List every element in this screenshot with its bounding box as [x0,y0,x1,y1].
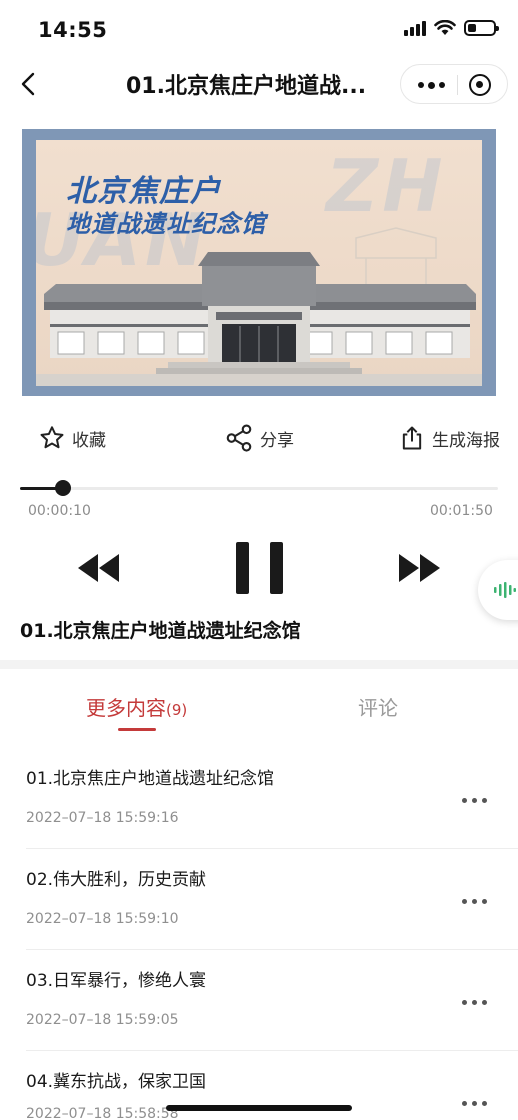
star-icon [40,426,64,449]
mini-program-capsule [400,64,508,104]
tab-comments-label: 评论 [358,696,398,720]
item-title: 04.冀东抗战，保家卫国 [26,1072,207,1092]
progress-slider[interactable] [20,480,498,496]
share-button[interactable]: 分享 [224,420,294,456]
back-button[interactable] [14,68,46,100]
rewind-icon [78,554,119,582]
share-label: 分享 [260,430,294,451]
fast-forward-icon [399,554,440,582]
total-time: 00:01:50 [430,503,493,519]
signal-icon [404,20,426,36]
tab-more-content[interactable]: 更多内容(9) [86,692,187,721]
close-mini-program-button[interactable] [469,74,491,96]
home-indicator [166,1105,352,1111]
battery-icon [464,20,499,36]
item-title: 03.日军暴行，惨绝人寰 [26,971,207,991]
nav-bar: 01.北京焦庄户地道战... [0,56,518,112]
rewind-button[interactable] [76,548,122,592]
chevron-left-icon [21,72,35,96]
generate-poster-label: 生成海报 [432,430,500,451]
progress-handle[interactable] [55,480,72,496]
list-item[interactable]: 01.北京焦庄户地道战遗址纪念馆 2022–07–18 15:59:16 [0,748,518,849]
more-options-button[interactable] [411,70,451,100]
cover-artwork: ZH UAN 北京焦庄户 地道战遗址纪念馆 [36,140,482,386]
tab-more-content-count: (9) [166,701,188,719]
generate-poster-button[interactable]: 生成海报 [398,420,500,456]
page-title: 01.北京焦庄户地道战... [126,74,367,99]
tab-comments[interactable]: 评论 [358,692,398,721]
museum-building-illustration [36,227,482,386]
status-time: 14:55 [38,18,108,42]
active-tab-indicator [118,728,156,731]
battery-level [468,24,477,32]
upload-share-icon [402,426,422,450]
item-date: 2022–07–18 15:59:10 [26,911,179,927]
cover-image: ZH UAN 北京焦庄户 地道战遗址纪念馆 [22,129,496,396]
item-more-button[interactable] [462,1000,487,1005]
favorite-button[interactable]: 收藏 [38,420,106,456]
item-more-button[interactable] [462,1101,487,1106]
capsule-divider [457,75,458,95]
share-icon [226,424,252,452]
item-date: 2022–07–18 15:59:16 [26,810,179,826]
track-title: 01.北京焦庄户地道战遗址纪念馆 [20,620,301,642]
item-title: 01.北京焦庄户地道战遗址纪念馆 [26,769,275,789]
tab-more-content-label: 更多内容 [86,696,166,720]
status-icons [404,20,499,36]
status-bar: 14:55 [0,0,518,56]
fast-forward-button[interactable] [396,548,442,592]
audio-wave-icon [494,582,516,598]
favorite-label: 收藏 [72,430,106,451]
item-date: 2022–07–18 15:58:58 [26,1106,179,1120]
item-title: 02.伟大胜利，历史贡献 [26,870,207,890]
item-more-button[interactable] [462,798,487,803]
list-item[interactable]: 03.日军暴行，惨绝人寰 2022–07–18 15:59:05 [0,950,518,1051]
item-date: 2022–07–18 15:59:05 [26,1012,179,1028]
pause-icon [236,542,283,594]
current-time: 00:00:10 [28,503,91,519]
wifi-icon [434,20,456,35]
floating-audio-button[interactable] [478,560,518,620]
item-more-button[interactable] [462,899,487,904]
section-divider [0,660,518,669]
list-item[interactable]: 02.伟大胜利，历史贡献 2022–07–18 15:59:10 [0,849,518,950]
pause-button[interactable] [234,540,286,600]
